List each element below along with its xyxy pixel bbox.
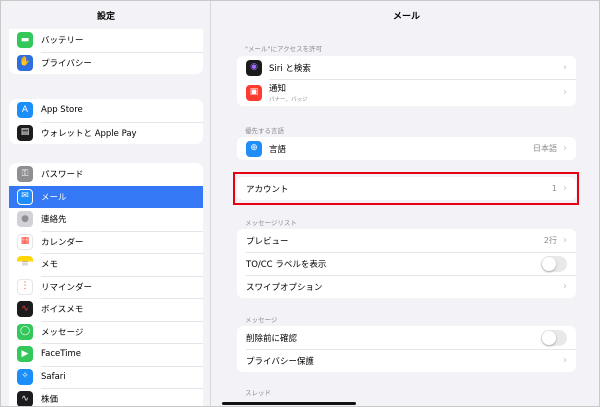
group-message-list: プレビュー 2行 › TO/CC ラベルを表示 スワイプオプション › — [237, 229, 576, 298]
sidebar-item-label: 株価 — [41, 395, 59, 406]
row-label: 言語 — [269, 144, 287, 155]
sidebar-item-battery[interactable]: ▬ バッテリー — [9, 29, 203, 52]
chevron-right-icon: › — [563, 61, 567, 73]
sidebar-item-label: ボイスメモ — [41, 305, 84, 316]
sidebar-item-label: メッセージ — [41, 327, 84, 338]
row-label: Siri と検索 — [269, 63, 311, 74]
to-cc-label-row: TO/CC ラベルを表示 — [237, 252, 576, 275]
sidebar-item-label: パスワード — [41, 170, 84, 181]
sidebar-item-label: リマインダー — [41, 282, 93, 293]
app-store-icon: A — [17, 102, 33, 119]
group-access: ◉ Siri と検索 › ▣ 通知 バナー、バッジ › — [237, 56, 576, 106]
chevron-right-icon: › — [563, 234, 567, 246]
sidebar: 設定 ▬ バッテリー ✋ プライバシー A App Store ▤ ウォレットと… — [1, 1, 211, 406]
wallet-icon: ▤ — [17, 124, 33, 141]
sidebar-item-wallet[interactable]: ▤ ウォレットと Apple Pay — [9, 121, 203, 145]
row-label: プライバシー保護 — [246, 356, 314, 367]
section-header-message-list: メッセージリスト — [245, 219, 297, 227]
sidebar-item-reminders[interactable]: ⋮ リマインダー — [9, 275, 203, 299]
section-header-access: "メール"にアクセスを許可 — [245, 45, 323, 53]
sidebar-item-label: Safari — [41, 371, 66, 382]
group-messages: 削除前に確認 プライバシー保護 › — [237, 326, 576, 372]
sidebar-item-facetime[interactable]: ▶ FaceTime — [9, 343, 203, 366]
sidebar-item-app-store[interactable]: A App Store — [9, 99, 203, 122]
battery-icon: ▬ — [17, 32, 33, 49]
privacy-protection-row[interactable]: プライバシー保護 › — [237, 349, 576, 372]
accounts-row[interactable]: アカウント 1 › — [237, 177, 576, 200]
chevron-right-icon: › — [563, 280, 567, 292]
sidebar-item-label: 連絡先 — [41, 215, 67, 226]
sidebar-group-store: A App Store ▤ ウォレットと Apple Pay — [9, 99, 203, 144]
group-accounts: アカウント 1 › — [237, 177, 576, 200]
sidebar-group-system: ▬ バッテリー ✋ プライバシー — [9, 29, 203, 74]
sidebar-item-label: メール — [41, 192, 67, 203]
messages-icon: ◯ — [17, 323, 33, 340]
notification-icon: ▣ — [246, 84, 262, 101]
chevron-right-icon: › — [563, 86, 567, 98]
sidebar-item-label: App Store — [41, 105, 83, 116]
row-label: TO/CC ラベルを表示 — [246, 259, 327, 270]
settings-window: 設定 ▬ バッテリー ✋ プライバシー A App Store ▤ ウォレットと… — [0, 0, 600, 407]
section-header-thread: スレッド — [245, 389, 271, 397]
row-label: アカウント — [246, 184, 289, 195]
notes-icon: ≡ — [17, 256, 33, 273]
reminders-icon: ⋮ — [17, 278, 33, 295]
section-header-messages: メッセージ — [245, 316, 278, 324]
ask-before-deleting-toggle[interactable] — [541, 329, 567, 346]
calendar-icon: ▦ — [17, 233, 33, 250]
row-label: 削除前に確認 — [246, 333, 298, 344]
sidebar-item-safari[interactable]: ✧ Safari — [9, 365, 203, 389]
safari-icon: ✧ — [17, 368, 33, 385]
sidebar-item-label: FaceTime — [41, 349, 82, 360]
language-row[interactable]: ⊕ 言語 日本語 › — [237, 137, 576, 160]
chevron-right-icon: › — [563, 354, 567, 366]
page-title: メール — [392, 12, 420, 22]
sidebar-item-label: バッテリー — [41, 36, 84, 47]
sidebar-group-apps: ⚿ パスワード ✉ メール ● 連絡先 ▦ カレンダー ≡ メモ ⋮ リマインダ… — [9, 163, 203, 406]
row-value: 2行 — [543, 236, 557, 245]
row-label-block: 通知 バナー、バッジ — [269, 82, 563, 103]
notifications-row[interactable]: ▣ 通知 バナー、バッジ › — [237, 79, 576, 106]
group-language: ⊕ 言語 日本語 › — [237, 137, 576, 160]
sidebar-item-label: プライバシー — [41, 58, 92, 69]
sidebar-item-label: メモ — [41, 260, 59, 271]
sidebar-item-messages[interactable]: ◯ メッセージ — [9, 320, 203, 344]
sidebar-item-stocks[interactable]: ∿ 株価 — [9, 388, 203, 406]
facetime-icon: ▶ — [17, 346, 33, 363]
swipe-options-row[interactable]: スワイプオプション › — [237, 275, 576, 298]
section-header-language: 優先する言語 — [245, 127, 284, 135]
preview-row[interactable]: プレビュー 2行 › — [237, 229, 576, 252]
chevron-right-icon: › — [563, 142, 567, 154]
row-label: スワイプオプション — [246, 282, 323, 293]
sidebar-item-voice-memos[interactable]: ∿ ボイスメモ — [9, 298, 203, 321]
row-label: 通知 — [269, 84, 287, 94]
sidebar-item-notes[interactable]: ≡ メモ — [9, 253, 203, 276]
stocks-icon: ∿ — [17, 391, 33, 406]
sidebar-item-passwords[interactable]: ⚿ パスワード — [9, 163, 203, 186]
sidebar-item-calendar[interactable]: ▦ カレンダー — [9, 230, 203, 254]
siri-icon: ◉ — [246, 59, 262, 76]
row-label: プレビュー — [246, 236, 289, 247]
row-value: 日本語 — [533, 144, 557, 153]
sidebar-item-mail[interactable]: ✉ メール — [9, 185, 203, 208]
ask-before-deleting-row: 削除前に確認 — [237, 326, 576, 349]
siri-search-row[interactable]: ◉ Siri と検索 › — [237, 56, 576, 79]
sidebar-title: 設定 — [96, 12, 115, 22]
row-value: 1 — [551, 184, 557, 193]
to-cc-toggle[interactable] — [541, 255, 567, 272]
sidebar-item-contacts[interactable]: ● 連絡先 — [9, 208, 203, 231]
key-icon: ⚿ — [17, 166, 33, 183]
mail-settings-pane: メール "メール"にアクセスを許可 ◉ Siri と検索 › ▣ 通知 バナー、… — [212, 1, 599, 406]
home-indicator[interactable] — [222, 402, 356, 405]
chevron-right-icon: › — [563, 182, 567, 194]
sidebar-item-privacy[interactable]: ✋ プライバシー — [9, 51, 203, 75]
row-sublabel: バナー、バッジ — [269, 97, 308, 103]
sidebar-item-label: ウォレットと Apple Pay — [41, 128, 137, 139]
contacts-icon: ● — [17, 211, 33, 228]
sidebar-item-label: カレンダー — [41, 237, 84, 248]
globe-icon: ⊕ — [246, 140, 262, 157]
mail-icon: ✉ — [17, 188, 33, 205]
voice-memo-icon: ∿ — [17, 301, 33, 318]
hand-icon: ✋ — [17, 54, 33, 71]
